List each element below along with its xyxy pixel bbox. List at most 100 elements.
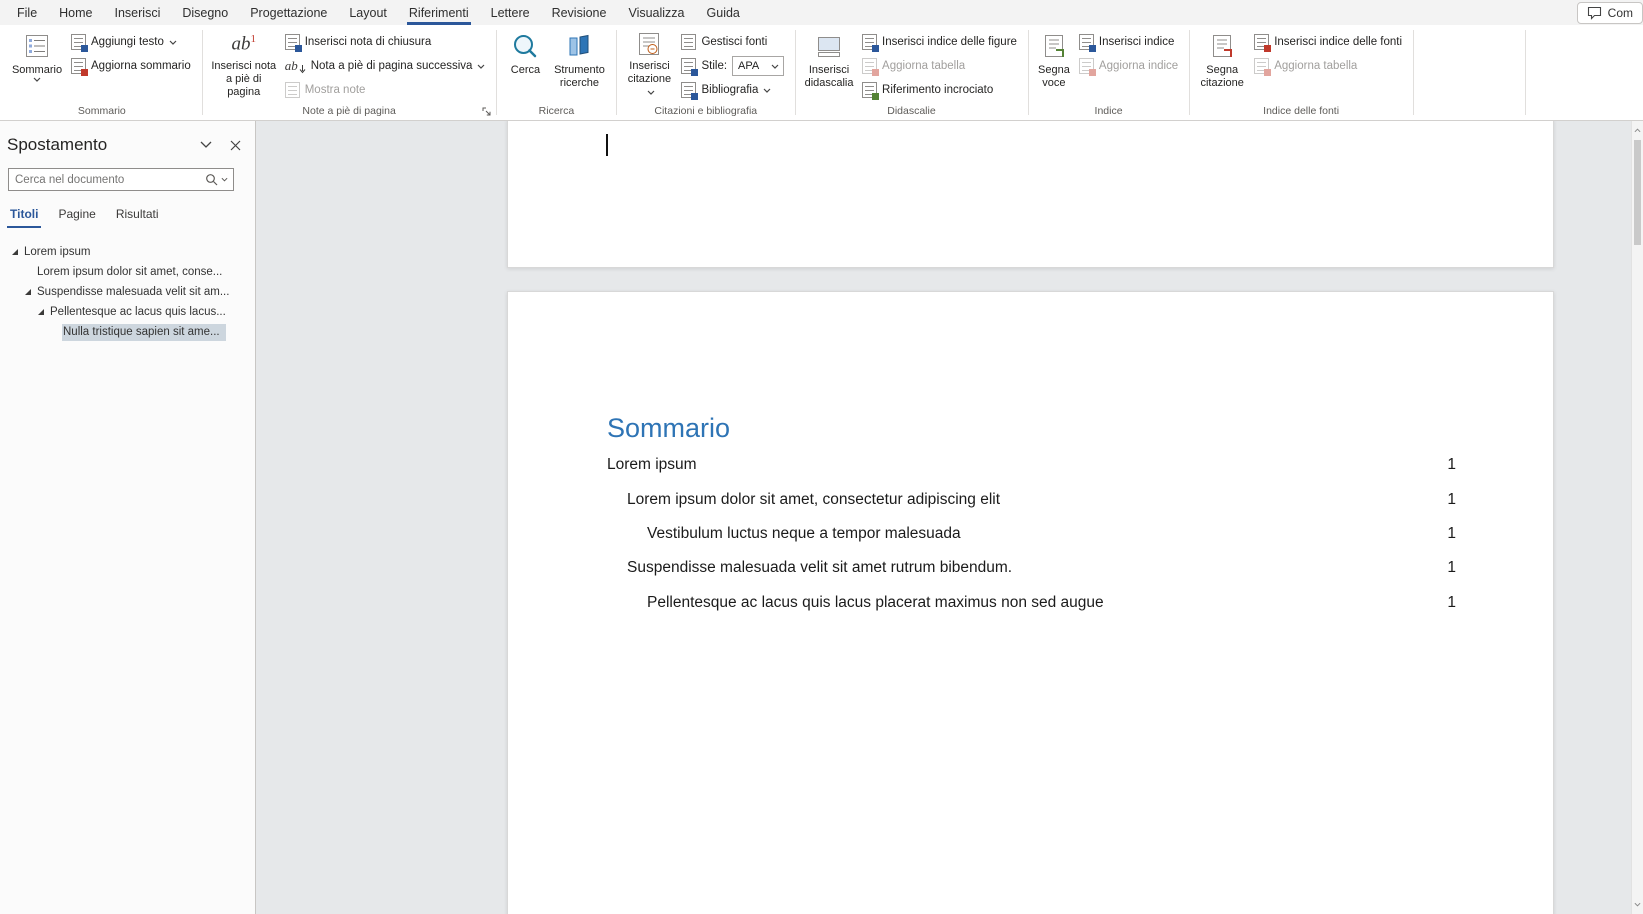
ribbon-tab[interactable]: Visualizza — [617, 0, 695, 25]
ribbon-tab[interactable]: Revisione — [541, 0, 618, 25]
inserisci-citazione-button[interactable]: Inserisci citazione — [622, 25, 676, 101]
document-area[interactable]: Sommario Lorem ipsum 1 Lorem ipsum dolor… — [256, 121, 1643, 914]
text-cursor — [606, 134, 608, 156]
button-label: Mostra note — [305, 84, 366, 96]
nav-tab[interactable]: Pagine — [48, 202, 105, 228]
strumento-ricerche-button[interactable]: Strumento ricerche — [548, 25, 610, 101]
scrollbar-thumb[interactable] — [1634, 140, 1641, 245]
segna-citazione-button[interactable]: Segna citazione — [1195, 25, 1249, 101]
manage-sources-icon — [681, 34, 696, 50]
document-page-2[interactable]: Sommario Lorem ipsum 1 Lorem ipsum dolor… — [507, 291, 1554, 914]
close-icon[interactable] — [230, 140, 241, 151]
vertical-scrollbar[interactable] — [1631, 121, 1643, 914]
ribbon-tab-label: Progettazione — [250, 6, 327, 20]
update-index-icon — [1079, 58, 1094, 74]
toc-entry[interactable]: Lorem ipsum dolor sit amet, consectetur … — [508, 482, 1553, 516]
ribbon-tab-label: Inserisci — [115, 6, 161, 20]
group-label-citazioni: Citazioni e bibliografia — [654, 105, 757, 117]
group-label-sommario: Sommario — [78, 105, 126, 117]
citation-icon — [636, 31, 662, 57]
ribbon-tab[interactable]: Guida — [696, 0, 751, 25]
ribbon-tab[interactable]: Home — [48, 0, 103, 25]
navigation-pane: Spostamento Titoli Pagine Risultati — [0, 121, 256, 914]
document-page-1[interactable] — [507, 121, 1554, 268]
aggiungi-testo-button[interactable]: Aggiungi testo — [66, 30, 196, 54]
inserisci-indice-fonti-button[interactable]: Inserisci indice delle fonti — [1249, 30, 1407, 54]
group-label-ricerca: Ricerca — [539, 105, 575, 117]
segna-voce-button[interactable]: Segna voce — [1034, 25, 1074, 101]
button-label: Inserisci indice delle fonti — [1274, 36, 1402, 48]
comments-button-label: Com — [1608, 6, 1633, 20]
table-of-authorities-icon — [1254, 34, 1269, 50]
ribbon-tab[interactable]: Layout — [338, 0, 398, 25]
chevron-down-icon — [477, 64, 485, 69]
ribbon-empty-area — [1413, 25, 1525, 120]
aggiorna-tabella-didascalie-button: Aggiorna tabella — [857, 54, 1022, 78]
bibliografia-button[interactable]: Bibliografia — [676, 78, 789, 102]
scroll-up-icon[interactable] — [1632, 123, 1643, 138]
toc-entry[interactable]: Pellentesque ac lacus quis lacus placera… — [508, 586, 1553, 620]
gestisci-fonti-button[interactable]: Gestisci fonti — [676, 30, 789, 54]
nav-tree-item[interactable]: Suspendisse malesuada velit sit am... — [0, 282, 255, 302]
chevron-down-icon — [169, 40, 177, 45]
riferimento-incrociato-button[interactable]: Riferimento incrociato — [857, 78, 1022, 102]
comment-icon — [1587, 6, 1602, 20]
nav-tree-item[interactable]: Pellentesque ac lacus quis lacus... — [0, 302, 255, 322]
ribbon-tab[interactable]: Riferimenti — [398, 0, 480, 25]
stile-combobox[interactable]: APA — [732, 56, 784, 76]
ribbon-tab[interactable]: Inserisci — [104, 0, 172, 25]
button-label: Segna voce — [1037, 64, 1071, 90]
ribbon-group-note: ab1 Inserisci nota a piè di pagina Inser… — [202, 25, 497, 120]
inserisci-indice-button[interactable]: Inserisci indice — [1074, 30, 1183, 54]
chevron-down-icon — [763, 88, 771, 93]
button-label: Gestisci fonti — [701, 36, 767, 48]
nav-tree-item[interactable]: Lorem ipsum dolor sit amet, conse... — [0, 262, 255, 282]
ribbon-tab-label: Guida — [707, 6, 740, 20]
search-input[interactable] — [9, 174, 202, 186]
ribbon-tab-bar: File Home Inserisci Disegno Progettazion… — [0, 0, 1643, 25]
stile-row: Stile: APA — [676, 54, 789, 78]
tree-expand-icon[interactable] — [7, 244, 23, 260]
group-label-indice: Indice — [1095, 105, 1123, 117]
cerca-button[interactable]: Cerca — [502, 25, 548, 101]
ribbon-tab[interactable]: Lettere — [480, 0, 541, 25]
search-options-chevron-icon[interactable] — [221, 177, 228, 182]
tree-expand-icon[interactable] — [33, 304, 49, 320]
tree-item-label: Pellentesque ac lacus quis lacus... — [49, 304, 232, 321]
toc-entry[interactable]: Vestibulum luctus neque a tempor malesua… — [508, 517, 1553, 551]
nav-tree-item[interactable]: Nulla tristique sapien sit ame... — [0, 322, 255, 342]
search-icon[interactable] — [205, 173, 218, 186]
button-label: Inserisci indice delle figure — [882, 36, 1017, 48]
inserisci-nota-button[interactable]: ab1 Inserisci nota a piè di pagina — [208, 25, 280, 101]
ribbon-group-indice: Segna voce Inserisci indice Aggiorna ind… — [1028, 25, 1189, 120]
ribbon-tab[interactable]: Progettazione — [239, 0, 338, 25]
scroll-down-icon[interactable] — [1632, 897, 1643, 912]
toc-entry[interactable]: Suspendisse malesuada velit sit amet rut… — [508, 551, 1553, 585]
sommario-button[interactable]: Sommario — [8, 25, 66, 101]
comments-button[interactable]: Com — [1577, 2, 1643, 24]
toc-entry-label: Pellentesque ac lacus quis lacus placera… — [647, 594, 1104, 612]
stile-value: APA — [738, 60, 759, 72]
pane-options-chevron-icon[interactable] — [200, 141, 212, 149]
toc-entry[interactable]: Lorem ipsum 1 — [508, 448, 1553, 482]
ribbon-tab[interactable]: Disegno — [171, 0, 239, 25]
caption-icon — [816, 31, 842, 61]
add-text-icon — [71, 34, 86, 50]
ribbon-group-citazioni: Inserisci citazione Gestisci fonti Stile… — [616, 25, 795, 120]
button-label: Sommario — [12, 64, 62, 77]
indice-figure-button[interactable]: Inserisci indice delle figure — [857, 30, 1022, 54]
mostra-note-button: Mostra note — [280, 78, 491, 102]
nota-chiusura-button[interactable]: Inserisci nota di chiusura — [280, 30, 491, 54]
aggiorna-sommario-button[interactable]: Aggiorna sommario — [66, 54, 196, 78]
tree-expand-icon[interactable] — [20, 284, 36, 300]
toc-entry-page-number: 1 — [1447, 559, 1456, 577]
nota-successiva-button[interactable]: ab Nota a piè di pagina successiva — [280, 54, 491, 78]
dialog-launcher-icon[interactable] — [479, 104, 494, 119]
nav-tree-item[interactable]: Lorem ipsum — [0, 242, 255, 262]
nav-tab[interactable]: Risultati — [106, 202, 169, 228]
ribbon-tab[interactable]: File — [6, 0, 48, 25]
nav-tab[interactable]: Titoli — [0, 202, 48, 228]
button-label: Aggiungi testo — [91, 36, 164, 48]
inserisci-didascalia-button[interactable]: Inserisci didascalia — [801, 25, 857, 101]
aggiorna-tabella-fonti-button: Aggiorna tabella — [1249, 54, 1407, 78]
